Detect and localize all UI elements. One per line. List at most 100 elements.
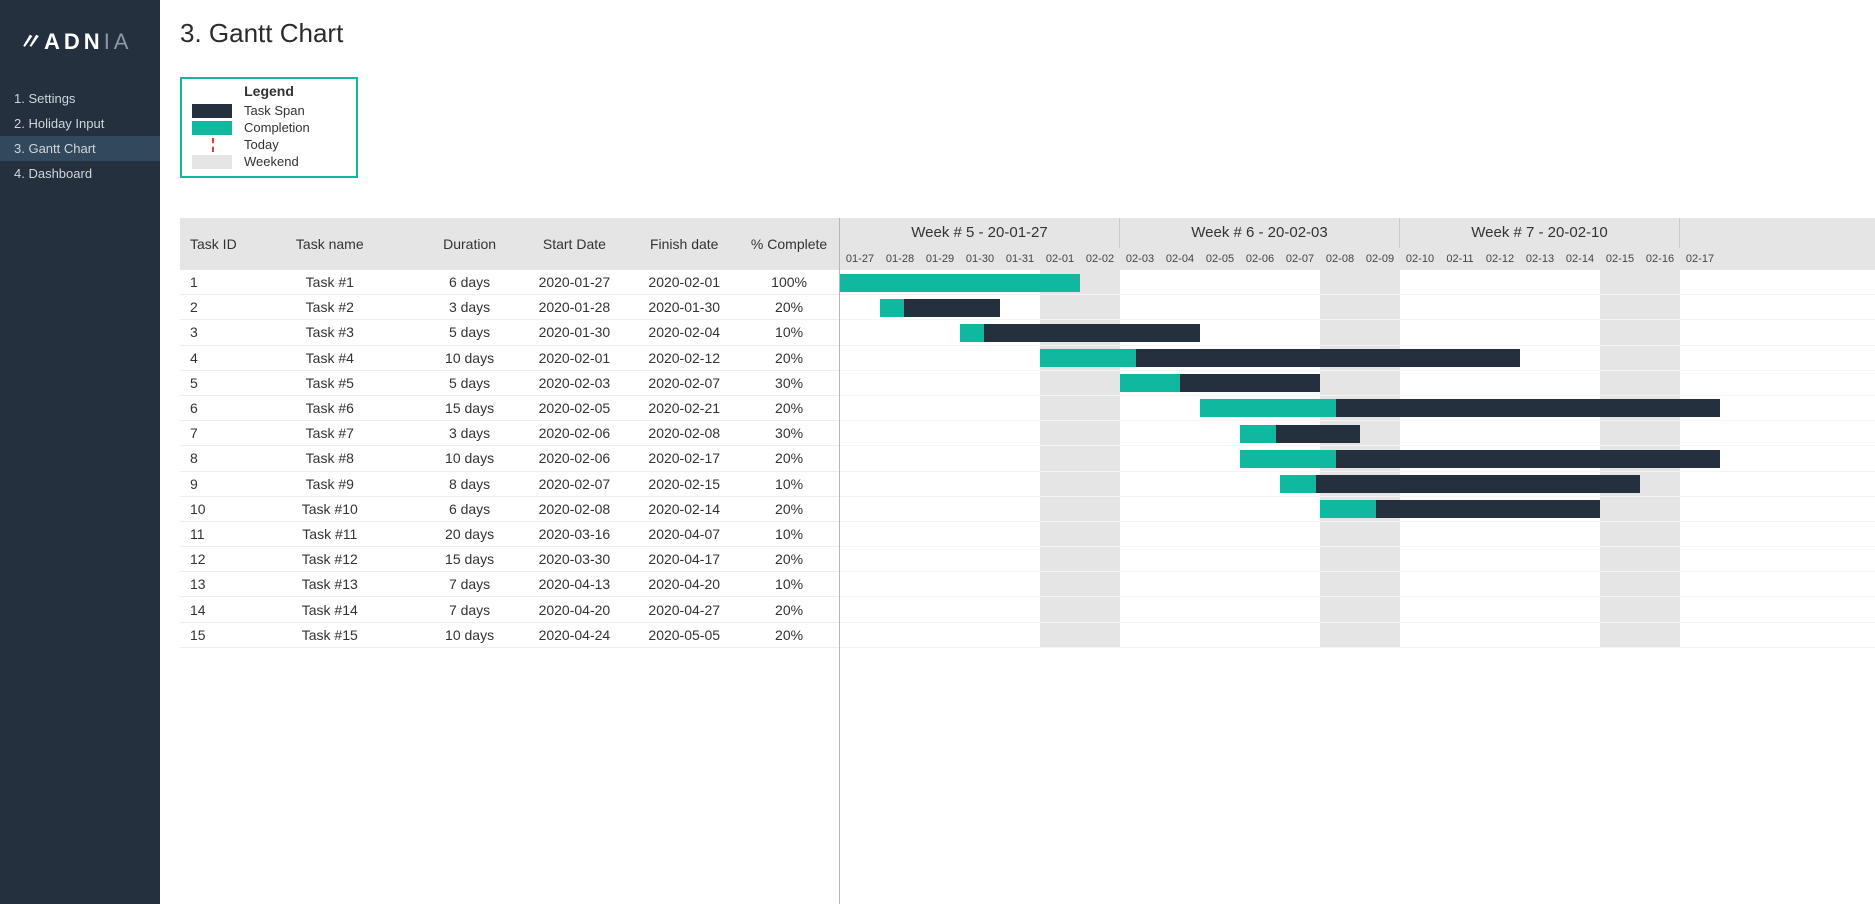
table-row[interactable]: 3Task #35 days2020-01-302020-02-0410% — [180, 320, 839, 345]
cell-start: 2020-02-01 — [519, 350, 629, 366]
sidebar-item-3[interactable]: 4. Dashboard — [0, 161, 160, 186]
day-header: 02-07 — [1280, 248, 1320, 270]
task-span-bar[interactable] — [1280, 475, 1640, 493]
brand-logo: 〃ADNIA — [0, 18, 160, 86]
day-header: 02-13 — [1520, 248, 1560, 270]
cell-name: Task #12 — [240, 551, 420, 567]
day-header: 02-17 — [1680, 248, 1720, 270]
cell-name: Task #14 — [240, 602, 420, 618]
day-header: 01-27 — [840, 248, 880, 270]
day-header: 02-11 — [1440, 248, 1480, 270]
table-row[interactable]: 4Task #410 days2020-02-012020-02-1220% — [180, 346, 839, 371]
col-header-sd: Start Date — [519, 236, 629, 252]
sidebar: 〃ADNIA 1. Settings2. Holiday Input3. Gan… — [0, 0, 160, 904]
gantt-row — [840, 396, 1875, 421]
table-row[interactable]: 10Task #106 days2020-02-082020-02-1420% — [180, 497, 839, 522]
day-header: 01-29 — [920, 248, 960, 270]
cell-pct: 20% — [739, 400, 839, 416]
gantt-row — [840, 522, 1875, 547]
gantt-chart[interactable]: Week # 5 - 20-01-27Week # 6 - 20-02-03We… — [840, 218, 1875, 904]
legend-label: Weekend — [244, 154, 299, 169]
table-row[interactable]: 11Task #1120 days2020-03-162020-04-0710% — [180, 522, 839, 547]
cell-pct: 20% — [739, 602, 839, 618]
day-header: 01-28 — [880, 248, 920, 270]
sidebar-item-0[interactable]: 1. Settings — [0, 86, 160, 111]
cell-name: Task #7 — [240, 425, 420, 441]
legend-swatch-wkend-icon — [192, 155, 232, 169]
gantt-row — [840, 472, 1875, 497]
task-completion-bar — [1040, 349, 1136, 367]
table-row[interactable]: 9Task #98 days2020-02-072020-02-1510% — [180, 472, 839, 497]
cell-finish: 2020-04-17 — [629, 551, 739, 567]
day-header: 02-01 — [1040, 248, 1080, 270]
cell-id: 11 — [180, 526, 240, 542]
cell-id: 2 — [180, 299, 240, 315]
day-header: 02-12 — [1480, 248, 1520, 270]
cell-pct: 100% — [739, 274, 839, 290]
task-table: Task ID Task name Duration Start Date Fi… — [180, 218, 840, 904]
cell-finish: 2020-02-01 — [629, 274, 739, 290]
table-row[interactable]: 5Task #55 days2020-02-032020-02-0730% — [180, 371, 839, 396]
task-completion-bar — [1280, 475, 1316, 493]
gantt-row — [840, 572, 1875, 597]
cell-dur: 3 days — [420, 299, 520, 315]
sidebar-item-1[interactable]: 2. Holiday Input — [0, 111, 160, 136]
task-completion-bar — [1320, 500, 1376, 518]
cell-finish: 2020-02-17 — [629, 450, 739, 466]
day-header: 02-08 — [1320, 248, 1360, 270]
cell-start: 2020-01-28 — [519, 299, 629, 315]
table-row[interactable]: 15Task #1510 days2020-04-242020-05-0520% — [180, 623, 839, 648]
brand-name-strong: ADN — [44, 29, 104, 54]
cell-start: 2020-02-06 — [519, 450, 629, 466]
legend-item-dark: Task Span — [182, 102, 356, 119]
day-header: 02-09 — [1360, 248, 1400, 270]
week-header: Week # 5 - 20-01-27 — [840, 218, 1120, 248]
cell-name: Task #1 — [240, 274, 420, 290]
gantt-row — [840, 623, 1875, 648]
cell-name: Task #9 — [240, 476, 420, 492]
cell-id: 3 — [180, 324, 240, 340]
sidebar-item-2[interactable]: 3. Gantt Chart — [0, 136, 160, 161]
cell-start: 2020-02-07 — [519, 476, 629, 492]
cell-dur: 20 days — [420, 526, 520, 542]
table-row[interactable]: 6Task #615 days2020-02-052020-02-2120% — [180, 396, 839, 421]
cell-dur: 5 days — [420, 324, 520, 340]
gantt-row — [840, 547, 1875, 572]
brand-name-thin: IA — [104, 29, 133, 54]
cell-finish: 2020-02-12 — [629, 350, 739, 366]
legend-label: Today — [244, 137, 279, 152]
task-span-bar[interactable] — [960, 324, 1200, 342]
cell-id: 15 — [180, 627, 240, 643]
cell-pct: 20% — [739, 450, 839, 466]
cell-finish: 2020-02-04 — [629, 324, 739, 340]
task-completion-bar — [880, 299, 904, 317]
cell-id: 13 — [180, 576, 240, 592]
legend: Legend Task SpanCompletionToday Weekend — [180, 77, 358, 178]
cell-start: 2020-04-20 — [519, 602, 629, 618]
task-completion-bar — [960, 324, 984, 342]
cell-id: 9 — [180, 476, 240, 492]
cell-finish: 2020-02-21 — [629, 400, 739, 416]
table-row[interactable]: 2Task #23 days2020-01-282020-01-3020% — [180, 295, 839, 320]
gantt-header: Week # 5 - 20-01-27Week # 6 - 20-02-03We… — [840, 218, 1875, 270]
gantt-row — [840, 497, 1875, 522]
cell-pct: 20% — [739, 627, 839, 643]
legend-title: Legend — [182, 83, 356, 99]
legend-item-teal: Completion — [182, 119, 356, 136]
cell-pct: 20% — [739, 350, 839, 366]
table-row[interactable]: 13Task #137 days2020-04-132020-04-2010% — [180, 572, 839, 597]
table-row[interactable]: 8Task #810 days2020-02-062020-02-1720% — [180, 446, 839, 471]
day-header: 02-06 — [1240, 248, 1280, 270]
task-completion-bar — [1240, 425, 1276, 443]
cell-id: 7 — [180, 425, 240, 441]
table-row[interactable]: 12Task #1215 days2020-03-302020-04-1720% — [180, 547, 839, 572]
table-row[interactable]: 1Task #16 days2020-01-272020-02-01100% — [180, 270, 839, 295]
gantt-body — [840, 270, 1875, 648]
cell-start: 2020-04-24 — [519, 627, 629, 643]
task-completion-bar — [1120, 374, 1180, 392]
cell-finish: 2020-02-07 — [629, 375, 739, 391]
table-row[interactable]: 14Task #147 days2020-04-202020-04-2720% — [180, 597, 839, 622]
cell-start: 2020-02-05 — [519, 400, 629, 416]
table-row[interactable]: 7Task #73 days2020-02-062020-02-0830% — [180, 421, 839, 446]
cell-id: 1 — [180, 274, 240, 290]
